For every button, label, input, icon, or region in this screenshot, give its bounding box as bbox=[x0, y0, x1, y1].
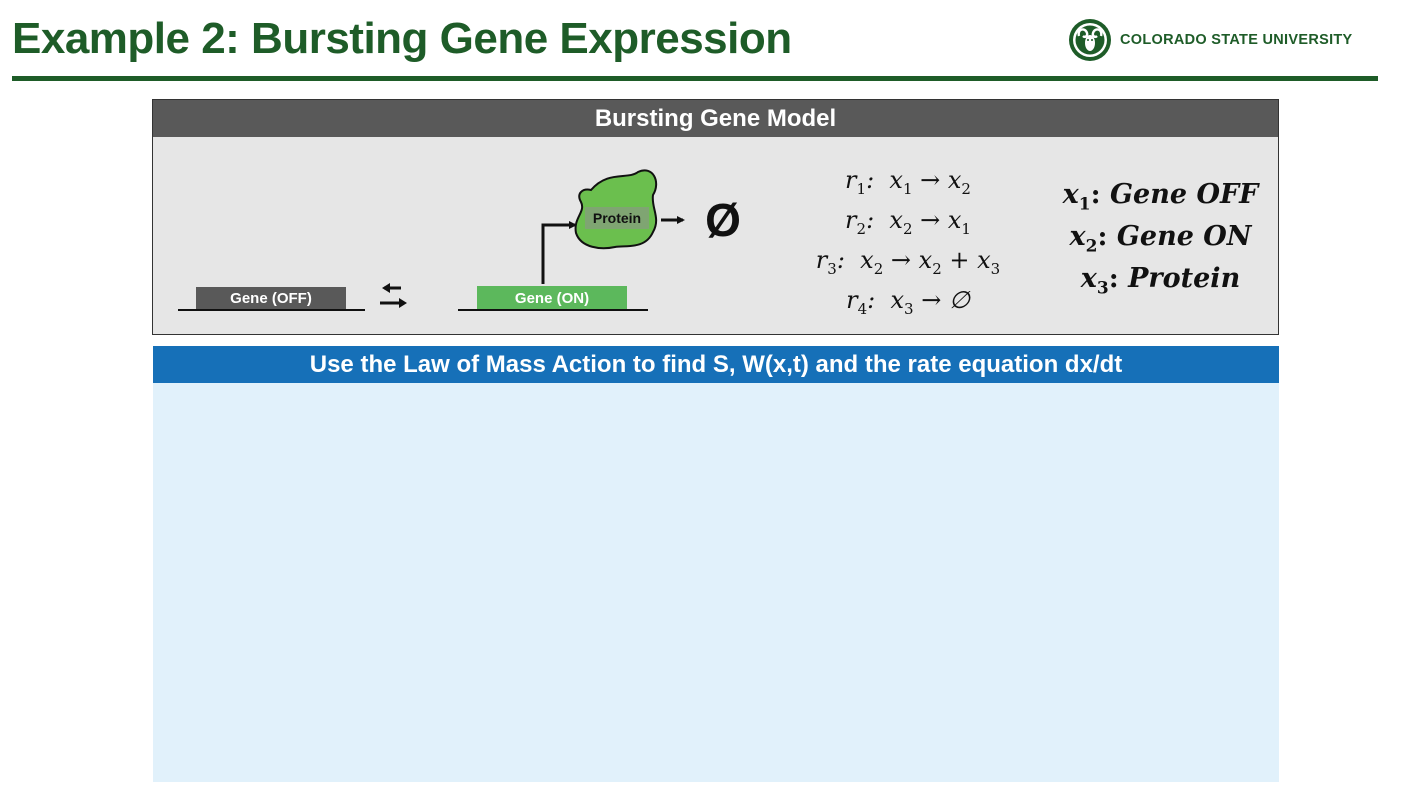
degradation-symbol: Ø bbox=[705, 194, 741, 246]
ram-logo-icon bbox=[1069, 19, 1111, 61]
promoter-arrow-icon bbox=[541, 221, 577, 284]
switch-arrows-icon bbox=[380, 283, 407, 308]
protein-label: Protein bbox=[593, 210, 641, 226]
title-rule bbox=[12, 76, 1378, 81]
gene-off-label: Gene (OFF) bbox=[230, 290, 312, 307]
species-definitions: x1: Gene OFF x2: Gene ON x3: Protein bbox=[1043, 174, 1278, 300]
task-panel: Use the Law of Mass Action to find S, W(… bbox=[153, 346, 1279, 782]
csu-logo: COLORADO STATE UNIVERSITY bbox=[1068, 18, 1368, 64]
reaction-4: r4: x3 → ∅ bbox=[846, 286, 970, 318]
slide-title: Example 2: Bursting Gene Expression bbox=[12, 14, 792, 63]
model-panel: Bursting Gene Model Gene (OFF) Gene (ON)… bbox=[152, 99, 1279, 335]
reaction-2: r2: x2 → x1 bbox=[845, 206, 971, 238]
definition-x1: x1: Gene OFF bbox=[1062, 179, 1259, 215]
reaction-3: r3: x2 → x2 + x3 bbox=[815, 246, 1001, 278]
definition-x2: x2: Gene ON bbox=[1069, 221, 1252, 257]
gene-on-label: Gene (ON) bbox=[515, 290, 589, 307]
reaction-1: r1: x1 → x2 bbox=[845, 166, 971, 198]
reaction-list: r1: x1 → x2 r2: x2 → x1 r3: x2 → x2 + x3… bbox=[773, 160, 1043, 320]
task-header: Use the Law of Mass Action to find S, W(… bbox=[153, 346, 1279, 383]
logo-text: COLORADO STATE UNIVERSITY bbox=[1120, 32, 1353, 48]
definition-x3: x3: Protein bbox=[1080, 263, 1241, 299]
